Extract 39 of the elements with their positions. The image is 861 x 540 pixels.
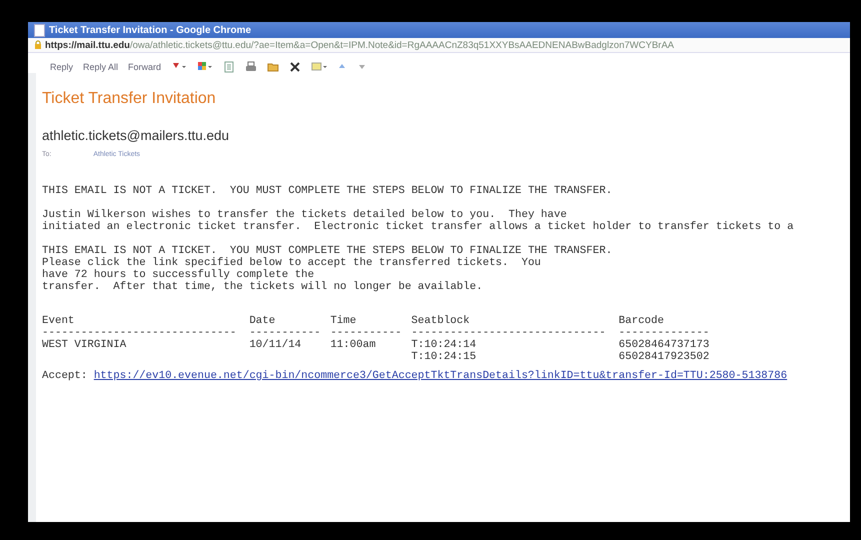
sender-address: athletic.tickets@mailers.ttu.edu	[42, 128, 230, 143]
table-cell-text: 65028417923502	[618, 351, 710, 363]
folder-icon[interactable]	[267, 61, 280, 73]
lock-icon	[34, 40, 42, 50]
table-cell-text: WEST VIRGINIA	[42, 339, 128, 351]
table-cell-text: T:10:24:14	[411, 339, 478, 351]
table-cell-text: 10/11/14	[249, 339, 302, 351]
body-text-line: THIS EMAIL IS NOT A TICKET. YOU MUST COMPLETE THE STEPS BELOW TO FINALIZE THE TRANSFER.	[42, 245, 614, 257]
delete-icon[interactable]	[289, 61, 302, 73]
column-heading: Seatblock	[411, 315, 471, 327]
body-text-line: transfer. After that time, the tickets will no longer be available.	[42, 281, 484, 293]
message-subject: Ticket Transfer Invitation	[42, 90, 217, 108]
column-rule: ------------------------------	[42, 327, 238, 339]
table-cell-text: 65028464737173	[618, 339, 710, 351]
column-heading: Date	[249, 315, 276, 327]
accept-link[interactable]: https://ev10.evenue.net/cgi-bin/ncommerce3/GetAcceptTktTransDetails?linkID=ttu&transfer-Id=TTU:2580-5138786	[94, 370, 788, 382]
table-cell-text: 11:00am	[330, 339, 377, 351]
column-rule: -----------	[330, 327, 403, 339]
body-text-line: have 72 hours to successfully complete the	[42, 269, 316, 281]
window-title: Ticket Transfer Invitation - Google Chrome	[49, 24, 252, 36]
accept-label: Accept:	[42, 370, 88, 382]
table-cell-text: T:10:24:15	[411, 351, 478, 363]
column-heading: Event	[42, 315, 76, 327]
body-text-line: initiated an electronic ticket transfer. Electronic ticket transfer allows a ticket holder to transfer tickets to a	[42, 221, 795, 233]
body-text-line: THIS EMAIL IS NOT A TICKET. YOU MUST COMPLETE THE STEPS BELOW TO FINALIZE THE TRANSFER.	[42, 185, 614, 197]
toolbar-button[interactable]: Reply All	[83, 62, 118, 72]
column-rule: --------------	[618, 327, 710, 339]
print-icon[interactable]	[245, 61, 258, 73]
envelope-icon[interactable]	[311, 61, 328, 73]
body-text-line: Justin Wilkerson wishes to transfer the tickets detailed below to you. They have	[42, 209, 568, 221]
column-rule: ------------------------------	[411, 327, 607, 339]
column-rule: -----------	[249, 327, 322, 339]
toolbar-button[interactable]: Reply	[50, 62, 74, 72]
column-heading: Time	[330, 315, 358, 327]
categories-icon[interactable]	[197, 61, 214, 73]
body-text-line: Please click the link specified below to accept the transferred tickets. You	[42, 257, 542, 269]
document-icon[interactable]	[223, 61, 236, 73]
column-heading: Barcode	[618, 315, 665, 327]
toolbar-button[interactable]: Forward	[128, 62, 162, 72]
